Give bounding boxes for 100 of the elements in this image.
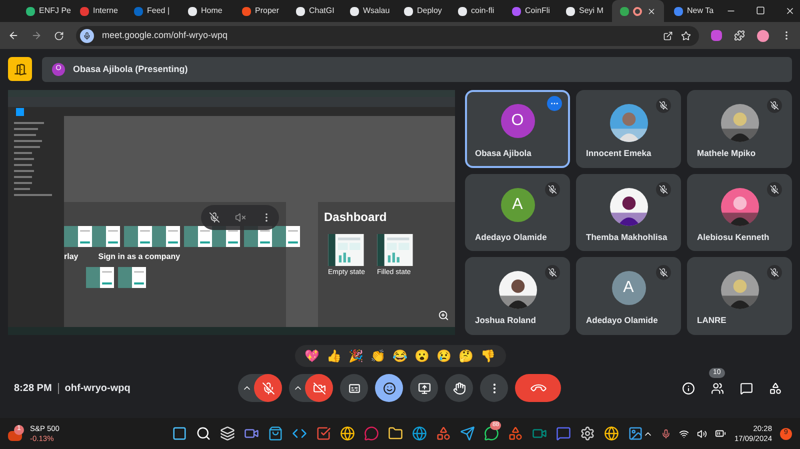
url-text: meet.google.com/ohf-wryo-wpq	[102, 28, 228, 42]
address-bar[interactable]: meet.google.com/ohf-wryo-wpq	[76, 26, 699, 46]
frame-title: Sign in as a company	[98, 251, 180, 263]
reload-icon[interactable]	[54, 30, 64, 40]
present-button[interactable]	[410, 374, 438, 402]
bookmark-icon[interactable]	[681, 30, 691, 40]
mic-button[interactable]	[254, 374, 282, 402]
extensions-icon[interactable]	[734, 30, 745, 41]
reaction-emoji[interactable]: 🤔	[458, 350, 474, 362]
participant-tile[interactable]: Themba Makhohlisa	[576, 174, 681, 252]
camera-off-icon	[312, 382, 326, 394]
globe-icon[interactable]	[412, 426, 428, 441]
browser-tab[interactable]: Interne	[72, 0, 124, 22]
tab-title: ChatGI	[309, 5, 334, 17]
browser-tab[interactable]: Deploy	[396, 0, 448, 22]
tab-title: Seyi M	[579, 5, 604, 17]
favicon-icon	[296, 6, 305, 16]
frame-title: rlay	[64, 251, 78, 263]
leave-presentation-button[interactable]	[8, 57, 32, 81]
favicon-icon	[350, 6, 359, 16]
reaction-emoji[interactable]: 😮	[414, 350, 430, 362]
browser-tab[interactable]: ENFJ Pe	[18, 0, 70, 22]
screen-thumbnail	[64, 226, 92, 247]
forward-icon[interactable]	[31, 30, 42, 41]
browser-tab[interactable]: Home	[180, 0, 232, 22]
browser-tab[interactable]: Wsalau	[342, 0, 394, 22]
photos-icon[interactable]	[628, 426, 644, 441]
store-icon[interactable]	[268, 426, 284, 441]
activities-icon[interactable]	[769, 382, 782, 394]
favicon-icon	[620, 6, 629, 16]
screen-thumbnail	[86, 267, 114, 288]
people-icon[interactable]	[711, 382, 724, 394]
reaction-emoji[interactable]: 😂	[392, 350, 408, 362]
hand-button[interactable]	[445, 374, 474, 402]
browser-tab[interactable]: coin-fli	[450, 0, 502, 22]
mic-permission-icon[interactable]	[80, 28, 94, 42]
browser-tab[interactable]	[612, 0, 664, 22]
wifi-icon[interactable]	[679, 428, 690, 438]
browser-tab[interactable]: CoinFli	[504, 0, 556, 22]
screen-thumbnail	[92, 226, 120, 247]
reaction-emoji[interactable]: 💖	[304, 350, 320, 362]
tab-title: Wsalau	[363, 5, 390, 17]
browser-tab[interactable]: Proper	[234, 0, 286, 22]
back-icon[interactable]	[8, 30, 19, 41]
participant-tile[interactable]: A Adedayo Olamide	[465, 174, 570, 252]
present-screen-icon	[418, 382, 431, 394]
mic-in-use-icon[interactable]	[661, 428, 672, 438]
browser-icon[interactable]	[604, 426, 620, 441]
tab-title: CoinFli	[525, 5, 550, 17]
close-icon[interactable]	[785, 6, 795, 16]
folder-icon[interactable]	[388, 426, 404, 441]
favicon-icon	[134, 6, 143, 16]
smiley-icon	[382, 382, 396, 394]
browser-tab[interactable]: Seyi M	[558, 0, 610, 22]
browser-tab[interactable]: ChatGI	[288, 0, 340, 22]
participant-tile[interactable]: A Adedayo Olamide	[576, 257, 681, 335]
close-icon[interactable]	[647, 6, 656, 16]
favicon-icon	[242, 6, 251, 16]
tab-title: New Ta	[687, 5, 714, 17]
participant-tile[interactable]: Joshua Roland	[465, 257, 570, 335]
reaction-emoji[interactable]: 👎	[480, 350, 496, 362]
search-icon[interactable]	[196, 426, 212, 441]
meeting-time: 8:28 PM	[14, 382, 52, 396]
reaction-emoji[interactable]: 👍	[326, 350, 342, 362]
participant-tile[interactable]: O Obasa Ajibola	[465, 90, 570, 168]
restore-icon[interactable]	[756, 6, 765, 15]
reaction-emoji[interactable]: 👏	[370, 350, 386, 362]
screen-thumbnail	[272, 226, 300, 247]
participant-name: LANRE	[697, 314, 726, 327]
extension-icon[interactable]	[711, 30, 722, 41]
mic-off-icon[interactable]	[208, 212, 220, 223]
camera-button[interactable]	[305, 374, 334, 402]
battery-icon[interactable]	[715, 428, 726, 439]
settings-icon[interactable]	[580, 426, 596, 441]
speaker-off-icon[interactable]	[234, 212, 246, 223]
profile-avatar[interactable]	[757, 30, 769, 42]
participant-tile[interactable]: Mathele Mpiko	[687, 90, 792, 168]
reaction-emoji[interactable]: 😢	[436, 350, 452, 362]
browser-tab[interactable]: New Ta	[666, 0, 718, 22]
captions-button[interactable]	[340, 374, 368, 402]
leave-button[interactable]	[515, 374, 562, 402]
participant-tile[interactable]: Innocent Emeka	[576, 90, 681, 168]
browser-tab[interactable]: Feed |	[126, 0, 178, 22]
camera-app-icon[interactable]	[532, 426, 548, 441]
open-in-icon[interactable]	[663, 30, 673, 40]
task-view-icon[interactable]	[220, 426, 236, 441]
browser-icon[interactable]	[340, 426, 356, 441]
favicon-icon	[404, 6, 413, 16]
code-editor-icon[interactable]	[292, 426, 308, 441]
more-options-button[interactable]	[547, 96, 562, 111]
screen-thumbnail	[152, 226, 180, 247]
reactions-button[interactable]	[375, 374, 404, 402]
video-chat-icon[interactable]	[244, 426, 260, 441]
reaction-emoji[interactable]: 🎉	[348, 350, 364, 362]
participant-tile[interactable]: Alebiosu Kenneth	[687, 174, 792, 252]
todo-icon[interactable]	[316, 426, 332, 441]
volume-icon[interactable]	[697, 428, 708, 438]
info-icon[interactable]	[682, 382, 695, 394]
participant-tile[interactable]: LANRE	[687, 257, 792, 335]
tab-title: coin-fli	[471, 5, 494, 17]
